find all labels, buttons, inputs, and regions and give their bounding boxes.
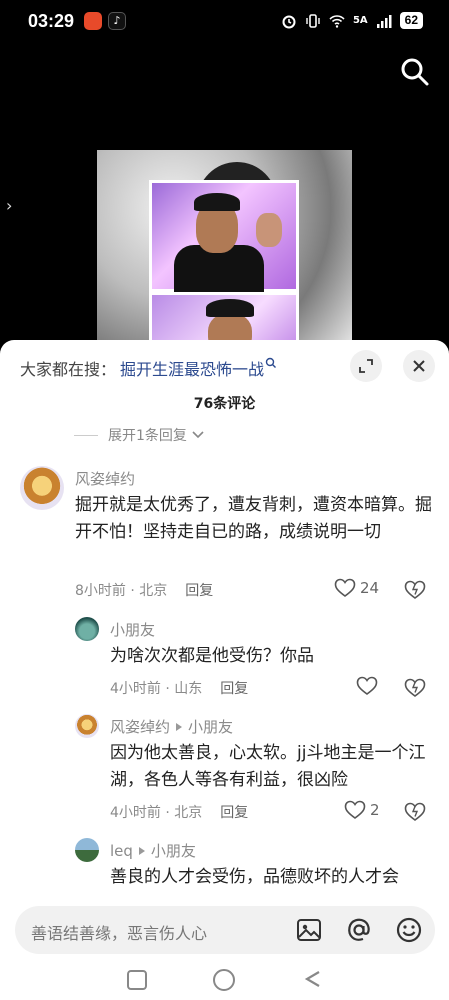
dislike-icon[interactable] xyxy=(404,678,426,698)
comment-author[interactable]: leq 小朋友 xyxy=(110,840,196,861)
reply-item: leq 小朋友 善良的人才会受伤，品德败坏的人才会 xyxy=(0,836,449,896)
comment-time: 8小时前 xyxy=(75,583,126,599)
network-label: 5A xyxy=(352,15,368,26)
comment-time: 4小时前 xyxy=(110,805,161,821)
comment-panel: 大家都在搜： 掘开生涯最恐怖一战 76条评论 展开1条回复 风姿绰约 掘开就是太优… xyxy=(0,340,449,1000)
comment-time: 4小时前 xyxy=(110,681,161,697)
chevron-down-icon xyxy=(192,431,204,439)
video-photo-frame-bottom xyxy=(149,292,299,345)
home-button[interactable] xyxy=(213,969,235,991)
comment-meta: 4小时前 · 北京 回复 xyxy=(110,805,249,821)
trending-search-keyword[interactable]: 掘开生涯最恐怖一战 xyxy=(120,360,264,379)
reply-button[interactable]: 回复 xyxy=(185,583,213,599)
comment-count: 76条评论 xyxy=(193,396,256,412)
comment-author[interactable]: 小朋友 xyxy=(110,619,155,640)
vibrate-icon xyxy=(306,13,320,28)
back-icon[interactable] xyxy=(303,970,321,988)
avatar[interactable] xyxy=(75,617,99,641)
reply-button[interactable]: 回复 xyxy=(220,805,248,821)
status-time: 03:29 xyxy=(28,11,75,31)
reply-to-arrow-icon xyxy=(138,847,145,855)
comment-location: 山东 xyxy=(174,681,203,697)
expand-icon xyxy=(359,359,373,373)
comment-text: 善良的人才会受伤，品德败坏的人才会 xyxy=(110,867,399,887)
side-panel-arrow-icon[interactable]: › xyxy=(6,196,12,215)
comment-text: 因为他太善良，心太软。jj斗地主是一个江湖，各色人等各有利益，很凶险 xyxy=(110,743,426,790)
close-button[interactable] xyxy=(403,350,435,382)
comment-author[interactable]: 风姿绰约 小朋友 xyxy=(110,716,233,737)
trending-search[interactable]: 大家都在搜： 掘开生涯最恐怖一战 xyxy=(20,356,277,380)
status-bar: 03:29 ♪ 5A 62 xyxy=(0,0,449,44)
heart-icon xyxy=(344,800,366,819)
comment-location: 北京 xyxy=(174,805,203,821)
at-icon[interactable] xyxy=(345,916,373,944)
comment-location: 北京 xyxy=(139,583,168,599)
battery-indicator: 62 xyxy=(399,12,423,29)
tiktok-notification-icon: ♪ xyxy=(108,12,126,30)
app-notification-icon xyxy=(84,12,102,30)
comment-meta: 8小时前 · 北京 回复 xyxy=(75,583,214,599)
emoji-icon[interactable] xyxy=(395,916,423,944)
reply-to-name: 小朋友 xyxy=(188,718,234,736)
like-count: 24 xyxy=(360,579,380,597)
reply-to-arrow-icon xyxy=(176,723,183,731)
reply-item: 小朋友 为啥次次都是他受伤？你品 4小时前 · 山东 回复 xyxy=(0,615,449,700)
image-icon[interactable] xyxy=(295,916,323,944)
comment-item: 风姿绰约 掘开就是太优秀了，遭友背刺，遭资本暗算。掘开不怕！坚持走自已的路，成绩… xyxy=(0,462,449,602)
video-photo-frame-top xyxy=(149,180,299,295)
dislike-icon[interactable] xyxy=(404,802,426,822)
comment-input-bar[interactable]: 善语结善缘，恶言伤人心 xyxy=(15,906,435,954)
search-icon xyxy=(265,357,277,368)
comment-author-name: 风姿绰约 xyxy=(110,718,171,736)
comment-text: 掘开就是太优秀了，遭友背刺，遭资本暗算。掘开不怕！坚持走自已的路，成绩说明一切 xyxy=(75,495,432,542)
status-icons: 5A 62 xyxy=(281,12,423,29)
comment-text: 为啥次次都是他受伤？你品 xyxy=(110,646,314,666)
system-nav-bar xyxy=(0,958,449,1000)
comment-author-name: leq xyxy=(110,842,133,860)
like-button[interactable] xyxy=(356,676,382,696)
avatar[interactable] xyxy=(20,466,64,510)
avatar[interactable] xyxy=(75,714,99,738)
reply-button[interactable]: 回复 xyxy=(220,681,248,697)
reply-to-name: 小朋友 xyxy=(150,842,196,860)
video-thumbnail[interactable] xyxy=(97,150,352,345)
close-icon xyxy=(413,360,425,372)
like-button[interactable]: 2 xyxy=(344,800,380,820)
expand-replies-button[interactable]: 展开1条回复 xyxy=(74,425,205,445)
search-icon[interactable] xyxy=(399,56,431,88)
avatar[interactable] xyxy=(75,838,99,862)
like-count: 2 xyxy=(370,801,380,819)
reply-item: 风姿绰约 小朋友 因为他太善良，心太软。jj斗地主是一个江湖，各色人等各有利益，很… xyxy=(0,712,449,824)
wifi-icon xyxy=(329,14,345,28)
alarm-icon xyxy=(282,15,296,28)
dislike-icon[interactable] xyxy=(404,580,426,600)
expand-replies-label: 展开1条回复 xyxy=(108,428,187,444)
comment-author[interactable]: 风姿绰约 xyxy=(75,468,135,489)
expand-button[interactable] xyxy=(350,350,382,382)
comment-input-placeholder[interactable]: 善语结善缘，恶言伤人心 xyxy=(31,920,207,944)
like-button[interactable]: 24 xyxy=(334,578,379,598)
trending-search-prefix: 大家都在搜： xyxy=(20,360,117,379)
heart-icon xyxy=(356,676,378,695)
recents-button[interactable] xyxy=(127,970,147,990)
heart-icon xyxy=(334,578,356,597)
comment-meta: 4小时前 · 山东 回复 xyxy=(110,681,249,697)
signal-icon xyxy=(376,14,392,28)
